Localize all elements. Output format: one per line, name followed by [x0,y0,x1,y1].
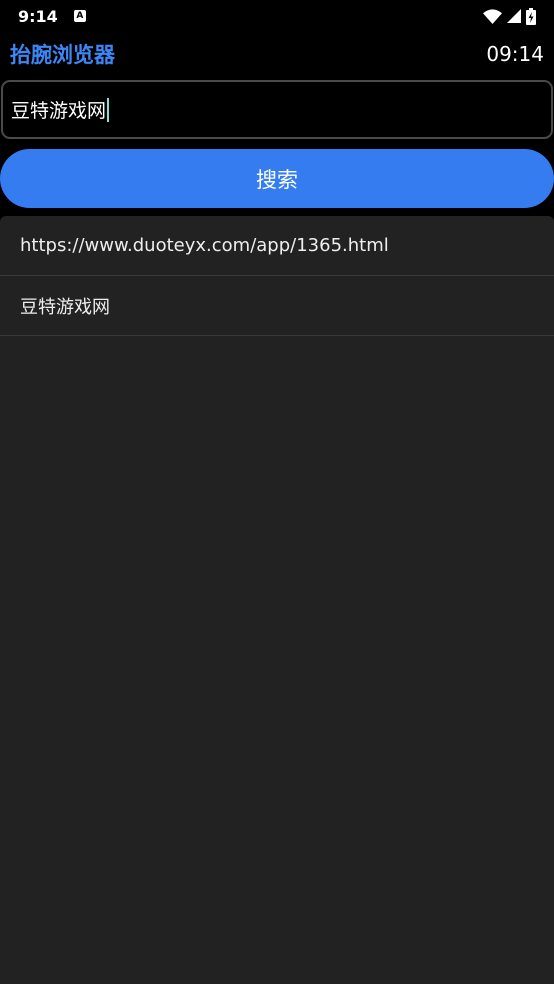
status-icons [483,7,536,25]
signal-icon [507,9,521,23]
search-button[interactable]: 搜索 [0,149,554,208]
status-bar: 9:14 A [0,0,554,32]
suggestion-item-url[interactable]: https://www.duoteyx.com/app/1365.html [0,216,554,276]
status-time: 9:14 [18,6,58,26]
wifi-icon [483,8,502,24]
app-header: 抬腕浏览器 09:14 [0,38,554,70]
app-title: 抬腕浏览器 [10,43,115,67]
text-caret [107,97,110,122]
search-input-value: 豆特游戏网 [11,100,107,122]
search-input[interactable]: 豆特游戏网 [1,80,553,139]
screen: 9:14 A 抬腕浏览器 09:14 豆特游戏网 搜索 https://www.… [0,0,554,984]
a-icon: A [73,10,86,22]
battery-charging-icon [526,7,536,25]
header-clock: 09:14 [486,42,544,66]
suggestion-list: https://www.duoteyx.com/app/1365.html 豆特… [0,216,554,984]
suggestion-item-query[interactable]: 豆特游戏网 [0,276,554,336]
